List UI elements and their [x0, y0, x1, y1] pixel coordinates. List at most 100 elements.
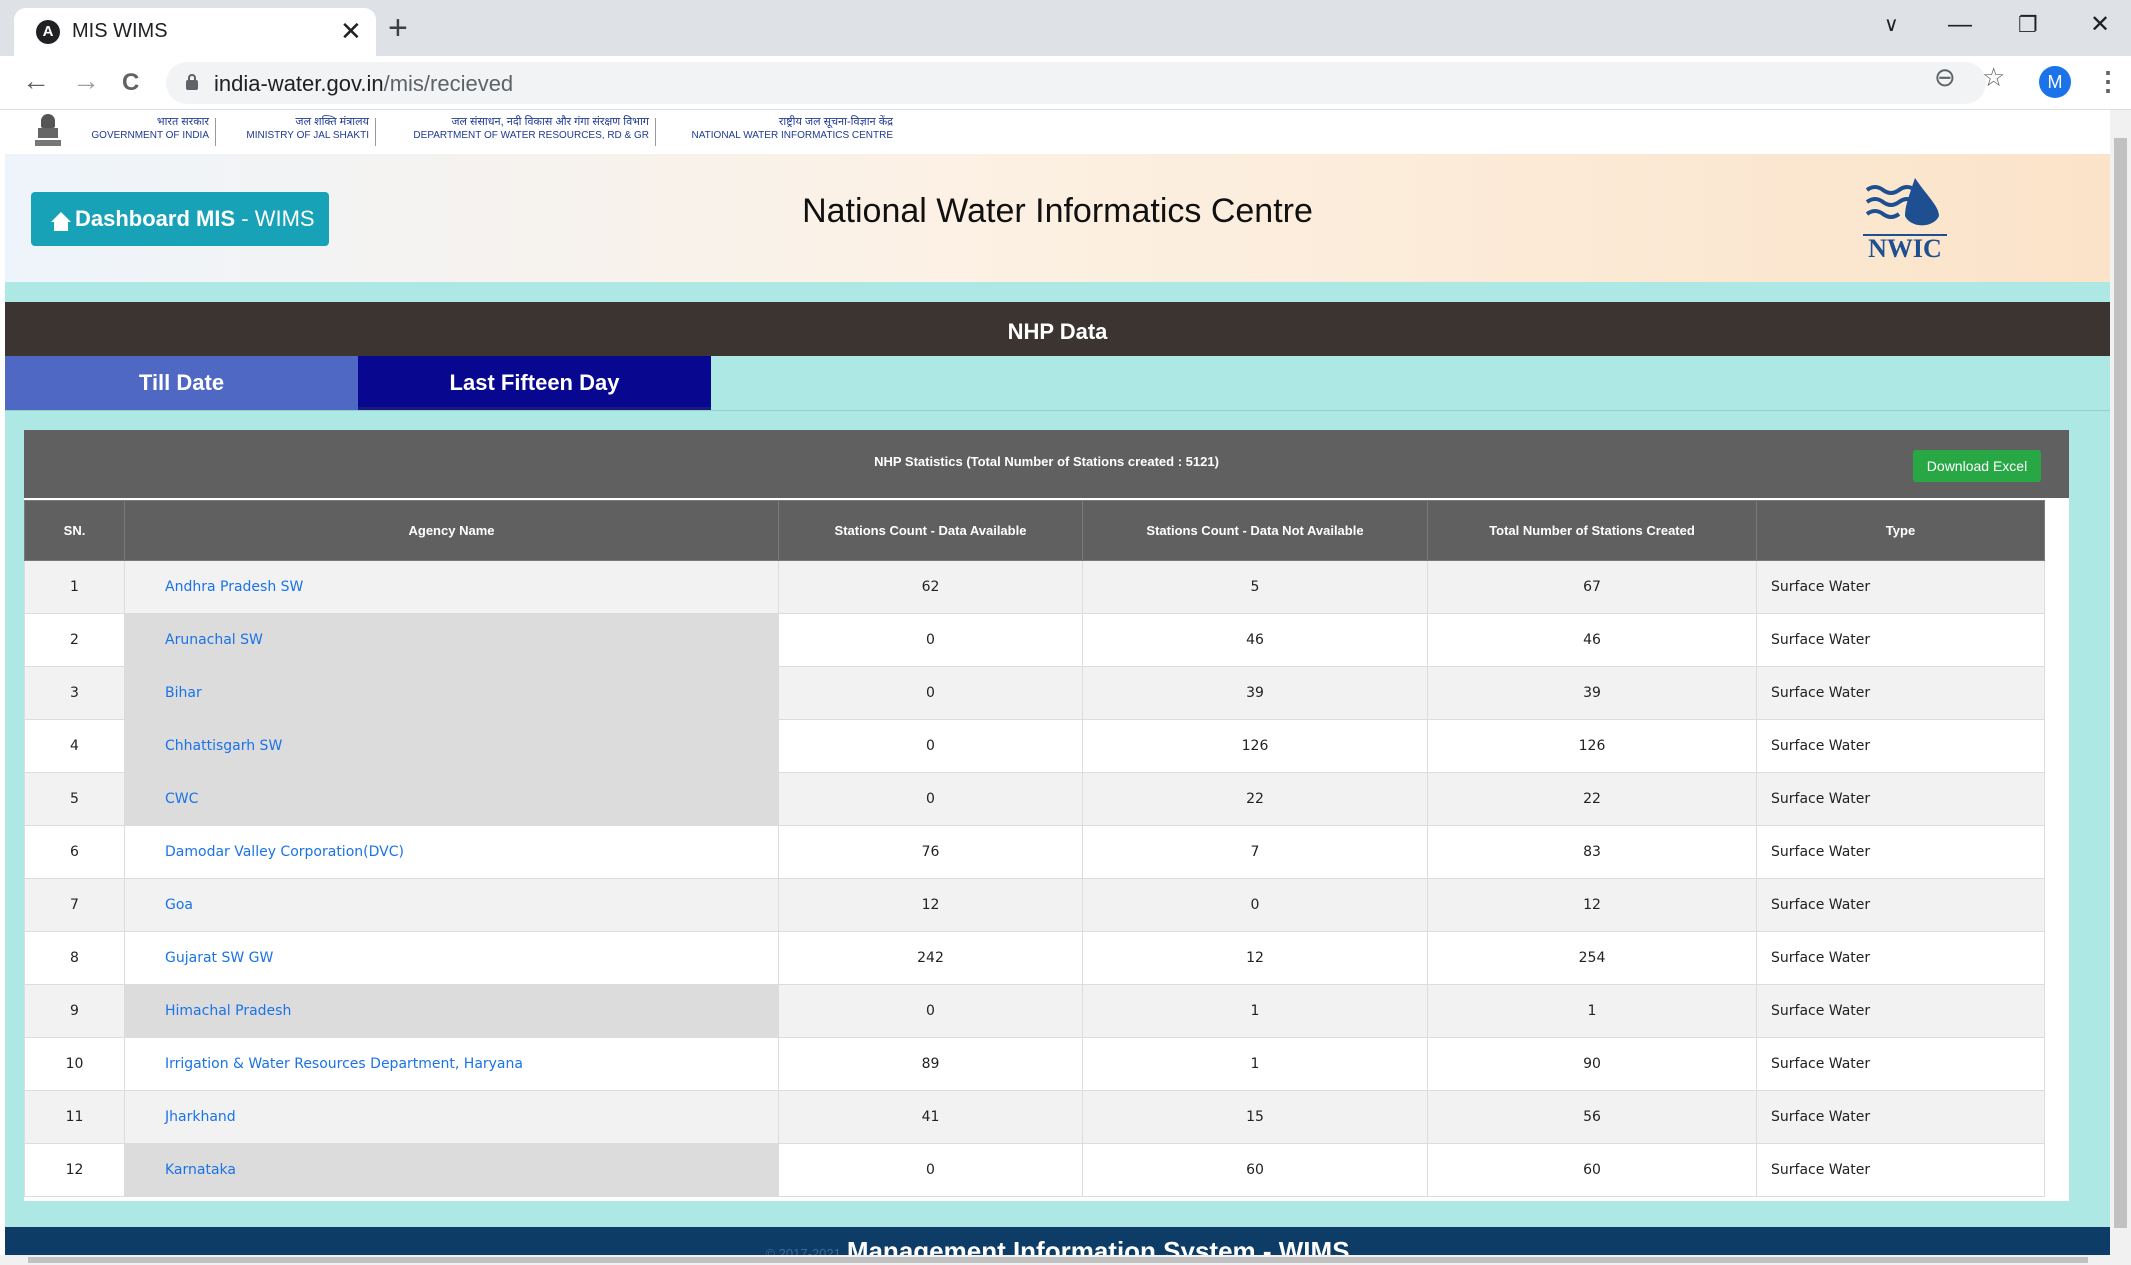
- water-drop-icon: [1865, 178, 1939, 226]
- browser-tab-strip: A MIS WIMS ✕ + ∨ — ❐ ✕: [0, 0, 2131, 56]
- site-title: National Water Informatics Centre: [802, 192, 1313, 230]
- logo-text: NWIC: [1863, 234, 1947, 262]
- cell-data-not-available: 22: [1082, 772, 1428, 826]
- cell-sn: 1: [24, 560, 125, 614]
- cell-data-available: 41: [778, 1090, 1083, 1144]
- download-excel-button[interactable]: Download Excel: [1913, 450, 2041, 482]
- zoom-icon[interactable]: ⊖: [1934, 62, 1956, 92]
- browser-toolbar: ← → C india-water.gov.in/mis/recieved ⊖ …: [0, 56, 2131, 110]
- table-body: 1 Andhra Pradesh SW 62 5 67 Surface Water 2 Aru…: [24, 560, 2045, 1197]
- gov-link-ministry[interactable]: जल शक्ति मंत्रालय MINISTRY OF JAL SHAKTI: [221, 116, 369, 142]
- table-row: 8 Gujarat SW GW 242 12 254 Surface Water: [24, 931, 2045, 985]
- tab-title: MIS WIMS: [72, 20, 168, 42]
- cell-type: Surface Water: [1756, 613, 2045, 667]
- cell-sn: 5: [24, 772, 125, 826]
- cell-data-not-available: 1: [1082, 1037, 1428, 1091]
- stats-header: NHP Statistics (Total Number of Stations…: [24, 430, 2069, 498]
- cell-data-not-available: 39: [1082, 666, 1428, 720]
- cell-type: Surface Water: [1756, 984, 2045, 1038]
- cell-total-stations: 67: [1427, 560, 1757, 614]
- cell-total-stations: 90: [1427, 1037, 1757, 1091]
- cell-total-stations: 1: [1427, 984, 1757, 1038]
- star-icon[interactable]: ☆: [1982, 62, 2005, 92]
- cell-total-stations: 126: [1427, 719, 1757, 773]
- cell-total-stations: 83: [1427, 825, 1757, 879]
- cell-sn: 4: [24, 719, 125, 773]
- agency-link[interactable]: Irrigation & Water Resources Department,…: [124, 1037, 779, 1091]
- minimize-icon[interactable]: —: [1948, 10, 1972, 40]
- agency-link[interactable]: Andhra Pradesh SW: [124, 560, 779, 614]
- main-content: NHP Data Till Date Last Fifteen Day NHP …: [5, 282, 2110, 1265]
- cell-type: Surface Water: [1756, 878, 2045, 932]
- cell-type: Surface Water: [1756, 825, 2045, 879]
- table-row: 10 Irrigation & Water Resources Departmen…: [24, 1037, 2045, 1091]
- header-data-not-available[interactable]: Stations Count - Data Not Available: [1082, 500, 1428, 561]
- divider: [5, 410, 2110, 411]
- restore-icon[interactable]: ❐: [2018, 10, 2038, 40]
- tab-search-icon[interactable]: ∨: [1884, 10, 1899, 40]
- angular-favicon-icon: A: [36, 20, 60, 44]
- profile-avatar[interactable]: M: [2039, 66, 2071, 98]
- agency-link[interactable]: Goa: [124, 878, 779, 932]
- cell-type: Surface Water: [1756, 931, 2045, 985]
- window-close-icon[interactable]: ✕: [2090, 10, 2110, 40]
- agency-link[interactable]: Himachal Pradesh: [124, 984, 779, 1038]
- header-banner: Dashboard MIS - WIMS National Water Info…: [5, 154, 2110, 282]
- table-row: 5 CWC 0 22 22 Surface Water: [24, 772, 2045, 826]
- gov-link-nwic[interactable]: राष्ट्रीय जल सूचना-विज्ञान केंद्र NATIONA…: [661, 116, 893, 142]
- cell-sn: 9: [24, 984, 125, 1038]
- agency-link[interactable]: Bihar: [124, 666, 779, 720]
- back-icon[interactable]: ←: [22, 64, 50, 98]
- lock-icon[interactable]: [186, 74, 198, 90]
- page-scroll-thumb[interactable]: [2114, 138, 2127, 1228]
- cell-sn: 2: [24, 613, 125, 667]
- cell-data-available: 242: [778, 931, 1083, 985]
- tab-close-icon[interactable]: ✕: [340, 16, 362, 46]
- table-row: 3 Bihar 0 39 39 Surface Water: [24, 666, 2045, 720]
- gov-link-department[interactable]: जल संसाधन, नदी विकास और गंगा संरक्षण विभ…: [381, 116, 649, 142]
- header-agency-name[interactable]: Agency Name: [124, 500, 779, 561]
- page-horizontal-scrollbar[interactable]: [0, 1255, 2131, 1265]
- table-row: 6 Damodar Valley Corporation(DVC) 76 7 83 Sur…: [24, 825, 2045, 879]
- cell-data-not-available: 15: [1082, 1090, 1428, 1144]
- page-horizontal-scroll-thumb[interactable]: [28, 1257, 2088, 1263]
- cell-data-not-available: 7: [1082, 825, 1428, 879]
- cell-data-not-available: 12: [1082, 931, 1428, 985]
- browser-tab[interactable]: A MIS WIMS ✕: [14, 8, 376, 56]
- divider: [655, 118, 656, 146]
- menu-icon[interactable]: ⋮: [2095, 66, 2121, 96]
- stats-table-container[interactable]: NHP Statistics (Total Number of Stations…: [24, 430, 2069, 1201]
- tab-till-date[interactable]: Till Date: [5, 356, 358, 410]
- cell-data-available: 0: [778, 613, 1083, 667]
- agency-link[interactable]: Chhattisgarh SW: [124, 719, 779, 773]
- header-sn[interactable]: SN.: [24, 500, 125, 561]
- agency-link[interactable]: Gujarat SW GW: [124, 931, 779, 985]
- tab-last-fifteen-day[interactable]: Last Fifteen Day: [358, 356, 711, 410]
- page-scrollbar[interactable]: [2110, 110, 2131, 1255]
- cell-data-available: 0: [778, 772, 1083, 826]
- agency-link[interactable]: Arunachal SW: [124, 613, 779, 667]
- forward-icon[interactable]: →: [72, 64, 100, 98]
- table-row: 9 Himachal Pradesh 0 1 1 Surface Water: [24, 984, 2045, 1038]
- agency-link[interactable]: CWC: [124, 772, 779, 826]
- reload-icon[interactable]: C: [122, 66, 139, 100]
- government-strip: भारत सरकार GOVERNMENT OF INDIA जल शक्ति म…: [5, 110, 2110, 154]
- header-data-available[interactable]: Stations Count - Data Available: [778, 500, 1083, 561]
- cell-sn: 3: [24, 666, 125, 720]
- header-total-stations[interactable]: Total Number of Stations Created: [1427, 500, 1757, 561]
- header-type[interactable]: Type: [1756, 500, 2045, 561]
- stats-title: NHP Statistics (Total Number of Stations…: [874, 454, 1219, 469]
- agency-link[interactable]: Damodar Valley Corporation(DVC): [124, 825, 779, 879]
- table-row: 12 Karnataka 0 60 60 Surface Water: [24, 1143, 2045, 1197]
- new-tab-button[interactable]: +: [388, 10, 408, 46]
- address-bar[interactable]: india-water.gov.in/mis/recieved: [166, 62, 1986, 104]
- cell-type: Surface Water: [1756, 1037, 2045, 1091]
- agency-link[interactable]: Karnataka: [124, 1143, 779, 1197]
- cell-type: Surface Water: [1756, 560, 2045, 614]
- cell-sn: 11: [24, 1090, 125, 1144]
- cell-type: Surface Water: [1756, 719, 2045, 773]
- cell-data-available: 0: [778, 984, 1083, 1038]
- table-row: 4 Chhattisgarh SW 0 126 126 Surface Water: [24, 719, 2045, 773]
- agency-link[interactable]: Jharkhand: [124, 1090, 779, 1144]
- gov-link-government[interactable]: भारत सरकार GOVERNMENT OF INDIA: [71, 116, 209, 142]
